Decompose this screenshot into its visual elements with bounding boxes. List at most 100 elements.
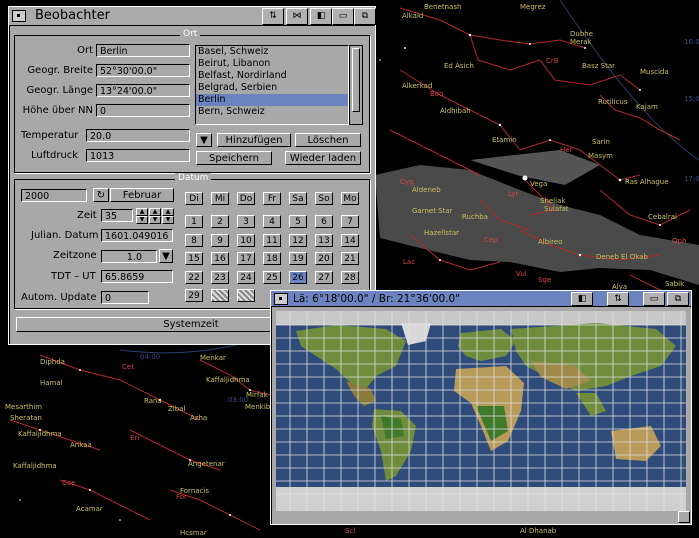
- star-label: Angetenar: [188, 460, 225, 468]
- city-list-item[interactable]: Basel, Schweiz: [196, 46, 348, 58]
- calendar-day[interactable]: 16: [211, 252, 229, 265]
- calendar-day[interactable]: 8: [185, 233, 203, 247]
- city-list-scrollbar[interactable]: [349, 45, 363, 125]
- calendar-day[interactable]: 6: [315, 215, 333, 228]
- city-dropdown-button[interactable]: ▼: [196, 133, 212, 147]
- calendar-day[interactable]: 13: [315, 233, 333, 247]
- timezone-label: Zeitzone: [53, 250, 97, 261]
- calendar-day-empty: [211, 289, 229, 302]
- time-up-3-icon[interactable]: ▲: [162, 208, 174, 216]
- timezone-field[interactable]: 1.0: [101, 250, 157, 263]
- city-list-item[interactable]: Belfast, Nordirland: [196, 70, 348, 82]
- calendar-day[interactable]: 3: [237, 215, 255, 228]
- delete-button[interactable]: Löschen: [295, 133, 361, 147]
- star-label: Sabik: [665, 280, 685, 288]
- year-field[interactable]: 2000: [21, 189, 87, 202]
- weekday-header: Do: [237, 192, 255, 205]
- location-field[interactable]: Berlin: [96, 44, 190, 57]
- calendar-day[interactable]: 20: [315, 252, 333, 265]
- star-label: Vul: [516, 270, 527, 278]
- star-label: Azha: [190, 414, 208, 422]
- altitude-field[interactable]: 0: [96, 104, 190, 117]
- world-map[interactable]: [276, 311, 686, 511]
- calendar-day[interactable]: 26: [289, 270, 307, 284]
- calendar-day[interactable]: 19: [289, 252, 307, 265]
- world-map-image[interactable]: [276, 311, 686, 511]
- star-label: Merak: [570, 38, 592, 46]
- calendar-day[interactable]: 2: [211, 215, 229, 228]
- star-label: Aldhibah: [440, 107, 471, 115]
- close-icon[interactable]: [274, 293, 288, 305]
- city-list-item[interactable]: Berlin: [196, 94, 348, 106]
- star-label: Alkerkad: [402, 82, 433, 90]
- save-button[interactable]: Speichern: [196, 151, 272, 165]
- close-icon[interactable]: [12, 10, 26, 22]
- calendar-day[interactable]: 15: [185, 252, 203, 265]
- time-up-1-icon[interactable]: ▲: [136, 208, 148, 216]
- calendar-day[interactable]: 21: [341, 252, 359, 265]
- arrange-icon[interactable]: ⇅: [262, 8, 284, 25]
- arrange-icon[interactable]: ⇅: [607, 292, 629, 306]
- add-button[interactable]: Hinzufügen: [217, 133, 291, 147]
- star-label: Sheliak: [540, 197, 566, 205]
- calendar-day[interactable]: 24: [237, 270, 255, 284]
- scrollbar-thumb[interactable]: [352, 48, 360, 112]
- star-label: Sheratan: [10, 414, 42, 422]
- zoom-icon[interactable]: ▭: [332, 8, 354, 25]
- calendar-day[interactable]: 5: [289, 215, 307, 228]
- resize-handle-icon[interactable]: [678, 511, 690, 523]
- latitude-field[interactable]: 52°30'00.0": [96, 64, 190, 77]
- calendar-day[interactable]: 11: [263, 233, 281, 247]
- time-field[interactable]: 35: [101, 209, 133, 222]
- reload-button[interactable]: Wieder laden: [285, 151, 361, 165]
- observer-titlebar[interactable]: Beobachter ⇅ ⋈ ◧ ▭ ⧉: [9, 7, 376, 26]
- city-list-item[interactable]: Beirut, Libanon: [196, 58, 348, 70]
- star-label: Menkib: [245, 403, 271, 411]
- calendar-day[interactable]: 18: [263, 252, 281, 265]
- star-label: Oph: [672, 237, 687, 245]
- city-list[interactable]: Basel, Schweiz Beirut, Libanon Belfast, No…: [195, 45, 349, 125]
- tdt-ut-field[interactable]: 65.8659: [101, 270, 173, 283]
- city-list-item[interactable]: Belgrad, Serbien: [196, 82, 348, 94]
- calendar-day[interactable]: 22: [185, 270, 203, 284]
- depth-icon[interactable]: ⧉: [667, 292, 689, 306]
- iconify-icon[interactable]: ◧: [571, 292, 593, 306]
- star-label: Cep: [484, 236, 498, 244]
- calendar-day[interactable]: 1: [185, 215, 203, 228]
- calendar-day[interactable]: 25: [263, 270, 281, 284]
- iconify-icon[interactable]: ◧: [310, 8, 332, 25]
- calendar-day[interactable]: 29: [185, 289, 203, 302]
- time-down-2-icon[interactable]: ▼: [149, 216, 161, 224]
- calendar-day[interactable]: 9: [211, 233, 229, 247]
- temperature-field[interactable]: 20.0: [86, 129, 190, 142]
- star-label: Kajam: [636, 103, 658, 111]
- timezone-dropdown-icon[interactable]: ▼: [159, 249, 173, 263]
- pressure-field[interactable]: 1013: [86, 149, 190, 162]
- calendar-day[interactable]: 4: [263, 215, 281, 228]
- calendar-day[interactable]: 7: [341, 215, 359, 228]
- longitude-field[interactable]: 13°24'00.0": [96, 84, 190, 97]
- bow-tie-icon[interactable]: ⋈: [286, 8, 308, 25]
- city-list-item[interactable]: Bern, Schweiz: [196, 106, 348, 118]
- zoom-icon[interactable]: ▭: [643, 292, 665, 306]
- calendar-day[interactable]: 12: [289, 233, 307, 247]
- weekday-header: So: [315, 192, 333, 205]
- calendar-day[interactable]: 17: [237, 252, 255, 265]
- calendar-day[interactable]: 27: [315, 270, 333, 284]
- calendar-day[interactable]: 28: [341, 270, 359, 284]
- longitude-label: Geogr. Länge: [26, 85, 93, 96]
- depth-icon[interactable]: ⧉: [354, 8, 376, 25]
- star-label: Hamal: [40, 379, 63, 387]
- time-down-1-icon[interactable]: ▼: [136, 216, 148, 224]
- month-button[interactable]: Februar: [110, 188, 174, 202]
- auto-update-field[interactable]: 0: [101, 291, 149, 304]
- calendar-day[interactable]: 14: [341, 233, 359, 247]
- month-cycle-icon[interactable]: ↻: [93, 188, 109, 202]
- calendar-day[interactable]: 23: [211, 270, 229, 284]
- calendar-day[interactable]: 10: [237, 233, 255, 247]
- map-titlebar[interactable]: Lä: 6°18'00.0" / Br: 21°36'00.0" ◧ ⇅ ▭ ⧉: [271, 291, 691, 307]
- julian-date-field[interactable]: 1601.049016: [101, 229, 173, 242]
- time-down-3-icon[interactable]: ▼: [162, 216, 174, 224]
- star-label: Eri: [130, 434, 140, 442]
- time-up-2-icon[interactable]: ▲: [149, 208, 161, 216]
